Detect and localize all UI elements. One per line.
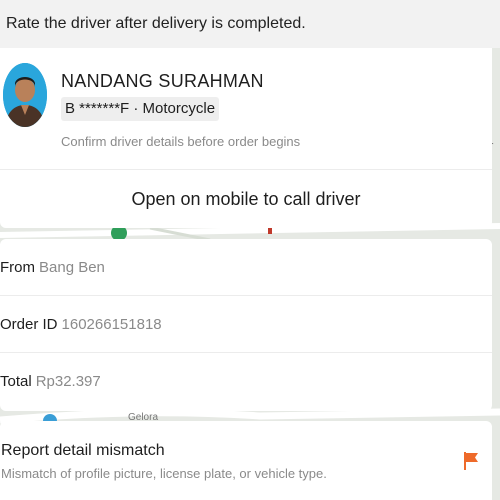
report-subtitle: Mismatch of profile picture, license pla… xyxy=(1,466,327,481)
rating-banner: Rate the driver after delivery is comple… xyxy=(0,0,500,48)
order-details-card: From Bang Ben Order ID 160266151818 Tota… xyxy=(0,239,492,411)
confirm-driver-note: Confirm driver details before order begi… xyxy=(61,134,301,149)
driver-card: NANDANG SURAHMAN B *******F · Motorcycle… xyxy=(0,48,492,228)
driver-name: NANDANG SURAHMAN xyxy=(61,71,264,91)
driver-avatar xyxy=(3,63,47,127)
report-mismatch-button[interactable]: Report detail mismatch Mismatch of profi… xyxy=(0,421,492,500)
order-value-total: Rp32.397 xyxy=(35,373,101,390)
order-row-from: From Bang Ben xyxy=(0,239,492,296)
order-row-id: Order ID 160266151818 xyxy=(0,296,492,353)
order-label-total: Total xyxy=(0,373,32,390)
order-value-from: Bang Ben xyxy=(39,258,105,276)
report-title: Report detail mismatch xyxy=(1,442,165,459)
rating-banner-text: Rate the driver after delivery is comple… xyxy=(6,15,306,32)
order-row-total: Total Rp32.397 xyxy=(0,353,492,410)
order-label-from: From xyxy=(0,258,35,276)
vehicle-plate-badge: B *******F · Motorcycle xyxy=(61,97,220,121)
flag-icon xyxy=(463,452,479,470)
call-driver-button[interactable]: Open on mobile to call driver xyxy=(0,170,492,228)
order-label-id: Order ID xyxy=(0,315,58,333)
order-value-id[interactable]: 160266151818 xyxy=(62,316,162,333)
driver-photo-icon xyxy=(3,63,47,127)
